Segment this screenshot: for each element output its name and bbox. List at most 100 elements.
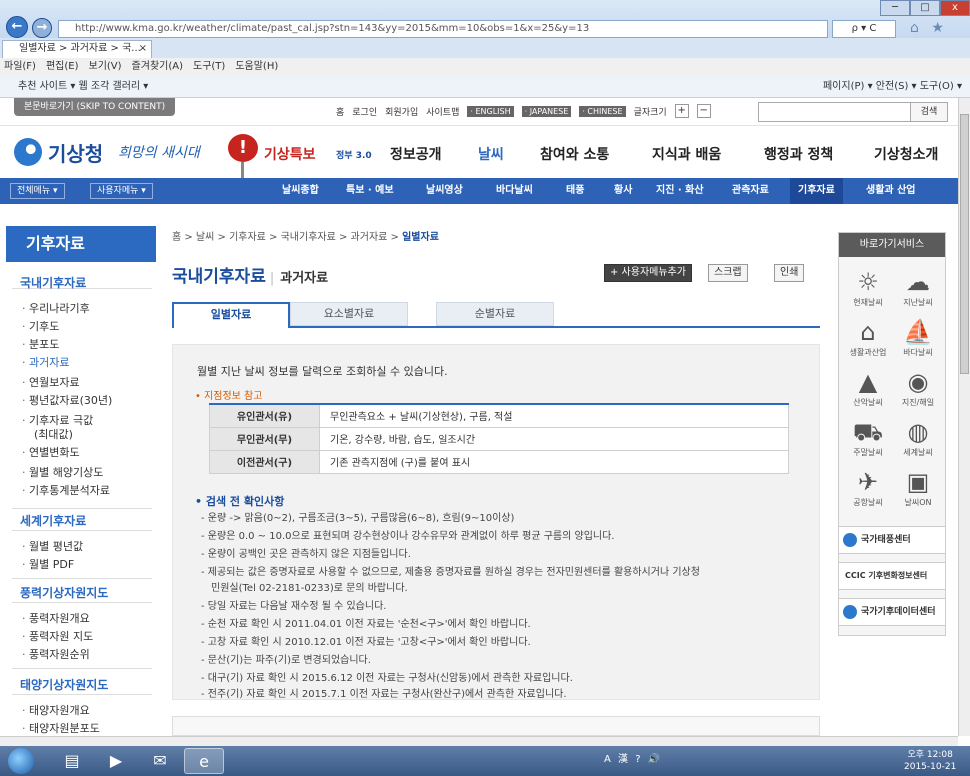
lnb-item[interactable]: 월별 평년값 [22,538,83,554]
menu-help[interactable]: 도움말(H) [235,58,278,76]
command-bar[interactable]: 페이지(P) ▾ 안전(S) ▾ 도구(O) ▾ [823,76,962,98]
close-icon[interactable]: x [940,0,970,16]
user-menu-button[interactable]: 사용자메뉴 ▾ [90,183,153,199]
lnb-section-wind[interactable]: 풍력기상자원지도 [20,584,108,601]
back-button[interactable]: ← [6,16,28,38]
horizontal-scrollbar[interactable] [0,736,958,746]
tab-dekad[interactable]: 순별자료 [436,302,554,326]
favorites-links[interactable]: 추천 사이트 ▾ 웹 조각 갤러리 ▾ [18,81,148,92]
quick-life-industry[interactable]: ⌂ 생활과산업 [843,317,893,358]
quick-mountain[interactable]: ▲ 산악날씨 [843,367,893,408]
address-icons[interactable]: ρ ▾ C [832,20,896,38]
lnb-item[interactable]: 연별변화도 [22,444,80,460]
gnb-about[interactable]: 기상청소개 [874,144,938,164]
lnb-item[interactable]: 풍력자원개요 [22,610,90,626]
subnav-climate[interactable]: 기후자료 [790,178,843,204]
system-tray[interactable]: A 漢 ? 🔊 [604,750,662,765]
menu-tools[interactable]: 도구(T) [193,58,225,76]
font-minus-button[interactable]: − [696,104,711,118]
quick-weather-on[interactable]: ▣ 날씨ON [893,467,943,508]
lnb-section-domestic[interactable]: 국내기후자료 [20,274,86,291]
all-menu-button[interactable]: 전체메뉴 ▾ [10,183,65,199]
subnav-typhoon[interactable]: 태풍 [566,178,584,204]
typhoon-center-banner[interactable]: 국가태풍센터 [838,526,946,554]
menu-view[interactable]: 보기(V) [89,58,122,76]
subnav-weather-video[interactable]: 날씨영상 [426,178,463,204]
clock[interactable]: 오후 12:08 2015-10-21 [904,749,956,773]
font-plus-button[interactable]: + [674,104,689,118]
menu-edit[interactable]: 편집(E) [46,58,79,76]
start-button[interactable] [8,748,34,774]
subnav-earthquake[interactable]: 지진 · 화산 [656,178,704,204]
lnb-item[interactable]: 평년값자료(30년) [22,392,112,408]
lnb-item[interactable]: 연월보자료 [22,374,80,390]
quick-airport[interactable]: ✈ 공항날씨 [843,467,893,508]
lnb-item-cont[interactable]: (최대값) [34,426,73,442]
lnb-item[interactable]: 태양자원개요 [22,702,90,718]
gnb-weather[interactable]: 날씨 [478,144,504,164]
print-button[interactable]: 인쇄 [774,264,805,282]
lang-english[interactable]: · ENGLISH [467,105,514,117]
minimize-icon[interactable]: ─ [880,0,910,16]
breadcrumb-path[interactable]: 홈 > 날씨 > 기후자료 > 국내기후자료 > 과거자료 > [172,232,402,243]
lang-japanese[interactable]: · JAPANESE [521,105,572,117]
lang-chinese[interactable]: · CHINESE [579,105,626,117]
top-link-login[interactable]: 로그인 [352,105,377,118]
menu-favorites[interactable]: 즐겨찾기(A) [132,58,183,76]
explorer-icon[interactable]: ▤ [52,748,92,774]
subnav-observation[interactable]: 관측자료 [732,178,769,204]
ccic-banner[interactable]: CCIC 기후변화정보센터 [838,562,946,590]
menu-file[interactable]: 파일(F) [4,58,36,76]
lnb-item[interactable]: 기후도 [22,318,59,334]
top-link-sitemap[interactable]: 사이트맵 [426,105,459,118]
vertical-scrollbar[interactable] [958,98,970,736]
maximize-icon[interactable]: □ [910,0,940,16]
subnav-weather-overall[interactable]: 날씨종합 [282,178,319,204]
lnb-item[interactable]: 월별 PDF [22,556,74,572]
quick-marine[interactable]: ⛵ 바다날씨 [893,317,943,358]
quick-past-weather[interactable]: ☁ 지난날씨 [893,267,943,308]
subnav-yellow-dust[interactable]: 황사 [614,178,632,204]
subnav-marine[interactable]: 바다날씨 [496,178,533,204]
lnb-item[interactable]: 월별 해양기상도 [22,464,103,480]
skip-to-content-link[interactable]: 본문바로가기 (SKIP TO CONTENT) [14,98,176,116]
lnb-item[interactable]: 풍력자원 지도 [22,628,93,644]
gnb-weather-warning[interactable]: 기상특보 [264,144,316,164]
lnb-section-world[interactable]: 세계기후자료 [20,512,86,529]
add-user-menu-button[interactable]: + 사용자메뉴추가 [604,264,692,282]
site-search-button[interactable]: 검색 [910,102,948,122]
lnb-section-solar[interactable]: 태양기상자원지도 [20,676,108,693]
tab-element[interactable]: 요소별자료 [290,302,408,326]
address-bar[interactable]: http://www.kma.go.kr/weather/climate/pas… [58,20,828,38]
tab-daily[interactable]: 일별자료 [172,302,290,328]
quick-current-weather[interactable]: ☼ 현재날씨 [843,267,893,308]
subnav-forecast[interactable]: 특보 · 예보 [346,178,394,204]
tab-close-icon[interactable]: × [139,41,147,57]
climate-data-center-banner[interactable]: 국가기후데이터센터 [838,598,946,626]
internet-explorer-icon[interactable]: e [184,748,224,774]
top-link-join[interactable]: 회원가입 [385,105,418,118]
lnb-item[interactable]: 우리나라기후 [22,300,90,316]
gnb-info-open[interactable]: 정보공개 [390,144,442,164]
top-link-home[interactable]: 홈 [336,105,344,118]
quick-weekend[interactable]: ⛟ 주말날씨 [843,417,893,458]
browser-tab[interactable]: 일별자료 > 과거자료 > 국... × [2,40,152,58]
lnb-item-past-data[interactable]: 과거자료 [22,354,69,370]
scroll-thumb[interactable] [960,114,969,374]
gnb-policy[interactable]: 행정과 정책 [764,144,833,164]
quick-earthquake[interactable]: ◉ 지진/해일 [893,367,943,408]
subnav-life-industry[interactable]: 생활과 산업 [866,178,915,204]
kma-logo[interactable]: 기상청 희망의 새시대 [14,136,224,170]
mail-icon[interactable]: ✉ [140,748,180,774]
gnb-knowledge[interactable]: 지식과 배움 [652,144,721,164]
search-filter-bar[interactable] [172,716,820,736]
lnb-item[interactable]: 기후통계분석자료 [22,482,110,498]
lnb-item[interactable]: 풍력자원순위 [22,646,90,662]
media-player-icon[interactable]: ▶ [96,748,136,774]
lnb-item[interactable]: 분포도 [22,336,59,352]
scrap-button[interactable]: 스크랩 [708,264,748,282]
forward-button[interactable]: → [32,18,52,38]
gnb-participation[interactable]: 참여와 소통 [540,144,609,164]
quick-world[interactable]: ◍ 세계날씨 [893,417,943,458]
weather-warning-link[interactable]: ! [228,134,260,198]
